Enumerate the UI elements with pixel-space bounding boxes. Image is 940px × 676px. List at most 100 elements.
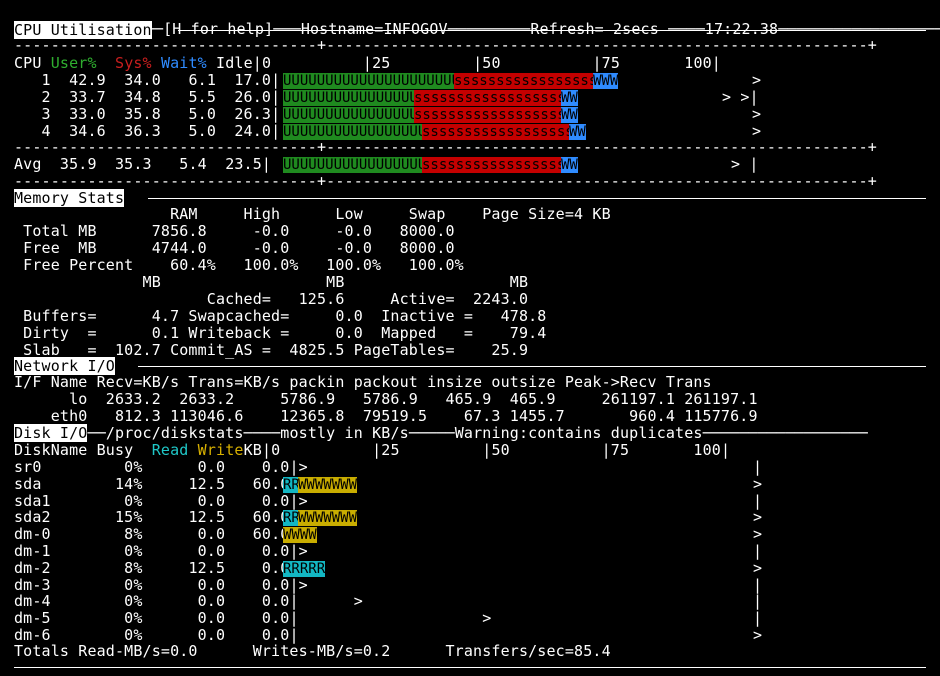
cpu-wait-value: 6.1 [160,71,217,89]
memory-rule [148,198,926,199]
memory-line: Cached= 125.6 Active= 2243.0 [14,290,529,308]
cpu-row: 2 33.7 34.8 5.5 26.0| [14,88,281,106]
cpu-bar-sys: ssssssssssssssssss [414,107,566,123]
memory-line: MB MB MB [14,273,529,291]
cpu-idle-value: 26.3 [216,105,272,123]
col-write: Write [197,441,244,459]
cpu-bar-sep: | [261,155,272,173]
disk-name: dm-4 [14,592,88,611]
disk-read: 0.0 [142,592,226,611]
disk-read: 12.5 [142,508,226,527]
disk-bar-sep: | [289,458,299,476]
disk-read: 0.0 [142,525,226,544]
cpu-bar-sys: ssssssssssssssssss [414,90,566,106]
cpu-row-tail: > [752,71,762,89]
cpu-mid-border: ---------------------------------+------… [14,138,877,156]
cpu-row: 1 42.9 34.0 6.1 17.0| [14,71,281,89]
memory-line: Buffers= 4.7 Swapcached= 0.0 Inactive = … [14,307,547,325]
top-status-bar: nmon-14g───────[H for help]───Hostname=I… [4,4,940,38]
cpu-bar-wait: WW [561,107,578,123]
network-line: eth0 812.3 113046.6 12365.8 79519.5 67.3… [14,407,758,425]
disk-row: dm-2 8% 12.5 0.0| [14,558,299,577]
cpu-idle-value: 26.0 [216,88,272,106]
disk-row: sda1 0% 0.0 0.0|> [14,491,308,510]
disk-section-title: Disk I/O [14,424,88,442]
disk-row-end: > [753,508,763,527]
cpu-bar-wait: WW [561,90,578,106]
disk-row: dm-1 0% 0.0 0.0|> [14,543,308,560]
disk-bar-write: WWWWWWW [298,510,358,527]
disk-name: sda2 [14,508,88,527]
cpu-row: 3 33.0 35.8 5.0 26.3| [14,105,281,123]
disk-row-end: > [753,626,763,644]
memory-line: Free Percent 60.4% 100.0% 100.0% 100.0% [14,256,464,274]
disk-row-end: | [753,575,763,594]
col-read: Read [151,441,189,459]
network-rule [138,366,926,367]
disk-read: 0.0 [142,609,226,628]
cpu-sys-value: 35.8 [105,105,161,123]
cpu-bar-sep: | [271,88,281,106]
cpu-user-value: 33.0 [50,105,106,123]
disk-bar-marker: > [298,592,363,611]
col-user: User% [50,54,97,72]
cpu-idle-value: 17.0 [216,71,272,89]
cpu-scale: |0 |25 |50 |75 100| [252,54,721,72]
cpu-row: Avg 35.9 35.3 5.4 23.5| [14,156,271,173]
disk-row-end: | [753,609,763,628]
cpu-bar-wait: WW [561,157,578,173]
cpu-wait-value: 5.5 [160,88,217,106]
disk-path: /proc/diskstats [105,424,244,442]
disk-write: 0.0 [225,491,290,510]
disk-write: 60.0 [225,474,290,493]
disk-name: sda [14,474,88,493]
disk-row-end: | [753,458,763,476]
disk-row-end: | [753,542,763,560]
disk-bar-sep: | [289,575,299,594]
cpu-bar-user: UUUUUUUUUUUUUUUU [283,90,418,106]
network-line: lo 2633.2 2633.2 5786.9 5786.9 465.9 465… [14,390,758,408]
memory-line: Dirty = 0.1 Writeback = 0.0 Mapped = 79.… [14,324,547,342]
disk-write: 0.0 [225,542,290,560]
disk-row: sda2 15% 12.5 60.0| [14,509,299,526]
disk-row: dm-3 0% 0.0 0.0|> [14,575,308,594]
cpu-bar-sys: sssssssssssssssss [422,157,566,173]
disk-busy: 0% [87,458,143,476]
cpu-bar-sys: sssssssssssssssss [454,73,598,89]
disk-row-end: > [753,525,763,544]
disk-busy: 8% [87,558,143,577]
disk-read: 12.5 [142,474,226,493]
col-cpu: CPU [14,54,42,72]
disk-name: dm-5 [14,609,88,628]
cpu-bar-user: UUUUUUUUUUUUUUUU [283,107,418,123]
cpu-user-value: 33.7 [50,88,106,106]
col-sys: Sys% [115,54,152,72]
disk-bar-sep: | [289,609,299,628]
cpu-top-border: ---------------------------------+------… [14,36,877,54]
disk-busy: 0% [87,491,143,510]
disk-read: 0.0 [142,575,226,594]
cpu-rule [178,30,926,31]
disk-row: dm-4 0% 0.0 0.0| > [14,593,363,610]
memory-line: Total MB 7856.8 -0.0 -0.0 8000.0 [14,222,455,240]
disk-name: dm-2 [14,558,88,577]
disk-busy: 0% [87,609,143,628]
disk-name: dm-1 [14,542,88,560]
disk-row-end: | [753,592,763,611]
cpu-id: 3 [14,105,51,123]
disk-write: 0.0 [225,592,290,611]
col-idle: Idle [216,54,253,72]
disk-row: sr0 0% 0.0 0.0|> [14,459,308,476]
disk-busy: 0% [87,542,143,560]
cpu-row-tail: > | [731,155,759,173]
cpu-bar-user: UUUUUUUUUUUUUUUUUUUUU [283,73,461,89]
col-diskname-busy: DiskName Busy [14,441,134,459]
disk-name: dm-0 [14,525,88,544]
disk-row: sda 14% 12.5 60.0| [14,474,299,493]
cpu-bar-sep: | [271,71,281,89]
disk-write: 60.0 [225,508,290,527]
disk-bar-write: WWWW [283,527,317,544]
disk-write: 60.0 [225,525,290,544]
network-line: I/F Name Recv=KB/s Trans=KB/s packin pac… [14,373,712,391]
disk-read: 12.5 [142,558,226,577]
